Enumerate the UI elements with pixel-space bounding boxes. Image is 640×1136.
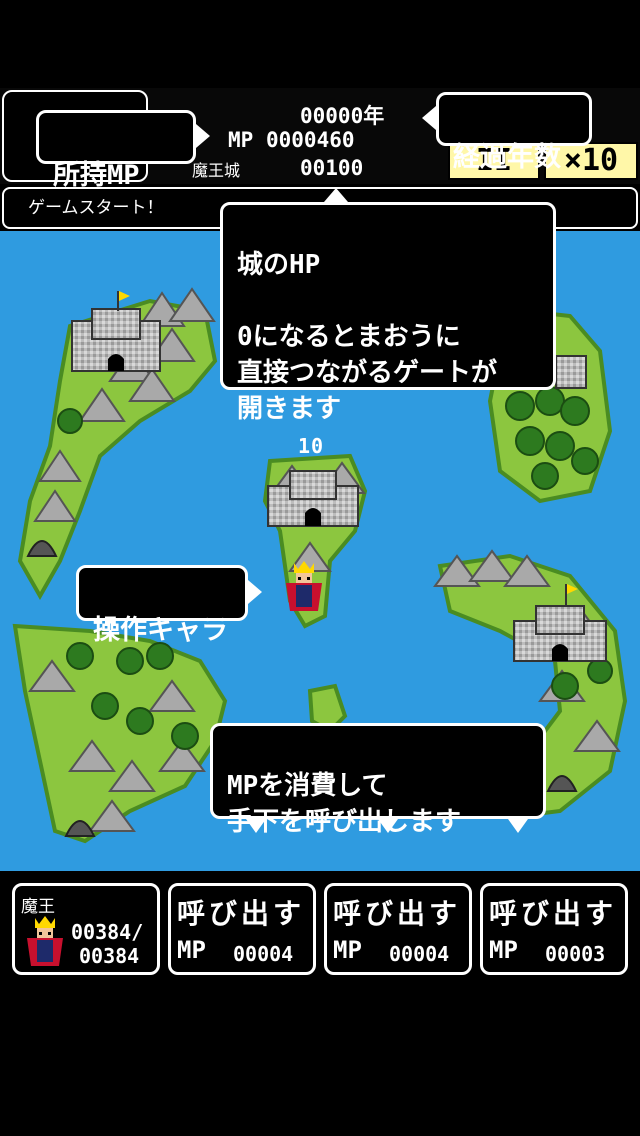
character-tooltip: 操作キャラ [76, 565, 248, 646]
summon-tooltip-tail-3 [508, 819, 528, 833]
mp-tooltip: 所持MP [36, 110, 196, 191]
hero-hp-max: 00384 [79, 944, 140, 968]
years-tooltip-tail [422, 106, 436, 130]
castle-hp-value: 00100 [300, 156, 364, 180]
bottom-panel: 魔王 00384/ 00384 呼び出す MP 00004 呼び出す MP 00… [0, 873, 640, 983]
character-tooltip-tail [248, 580, 262, 604]
castle-hp-tooltip-tail [324, 188, 348, 202]
log-message: ゲームスタート！ [28, 198, 164, 218]
summon-cost: 00004 [389, 942, 450, 966]
summon-button-2[interactable]: 呼び出す MP 00004 [324, 883, 472, 975]
castle-label: 魔王城 [192, 161, 241, 180]
summon-cost: 00003 [545, 942, 606, 966]
castle-hp-marker: 10 [298, 434, 325, 458]
summon-cost: 00004 [233, 942, 294, 966]
summon-button-3[interactable]: 呼び出す MP 00003 [480, 883, 628, 975]
summon-button-1[interactable]: 呼び出す MP 00004 [168, 883, 316, 975]
mp-tooltip-tail [196, 124, 210, 148]
summon-mp-label: MP [333, 936, 362, 964]
demon-lord-character[interactable] [284, 561, 324, 613]
summon-title: 呼び出す [489, 897, 618, 930]
hero-hp-current: 00384/ [71, 920, 144, 944]
footer-area [0, 983, 640, 1136]
summon-tooltip: MPを消費して 手下を呼び出します [210, 723, 546, 837]
mp-tooltip-text: 所持MP [53, 160, 140, 191]
summon-tooltip-tail-2 [378, 819, 398, 833]
castle-hp-tooltip: 城のHP 0になるとまおうに 直接つながるゲートが 開きます [220, 202, 556, 424]
years-value: 00000年 [300, 104, 385, 128]
summon-mp-label: MP [489, 936, 518, 964]
summon-title: 呼び出す [333, 897, 462, 930]
hero-portrait [23, 916, 67, 968]
hero-name: 魔王 [21, 897, 55, 917]
years-tooltip-text: 経過年数 [453, 142, 561, 173]
mp-value: 0000460 [266, 128, 355, 152]
mp-label: MP [228, 128, 254, 152]
summon-tooltip-tail-1 [246, 819, 266, 833]
summon-title: 呼び出す [177, 897, 306, 930]
castle-east-partial [555, 355, 587, 389]
character-tooltip-text: 操作キャラ [93, 615, 228, 646]
years-tooltip: 経過年数 [436, 92, 592, 173]
summon-mp-label: MP [177, 936, 206, 964]
hero-card[interactable]: 魔王 00384/ 00384 [12, 883, 160, 975]
